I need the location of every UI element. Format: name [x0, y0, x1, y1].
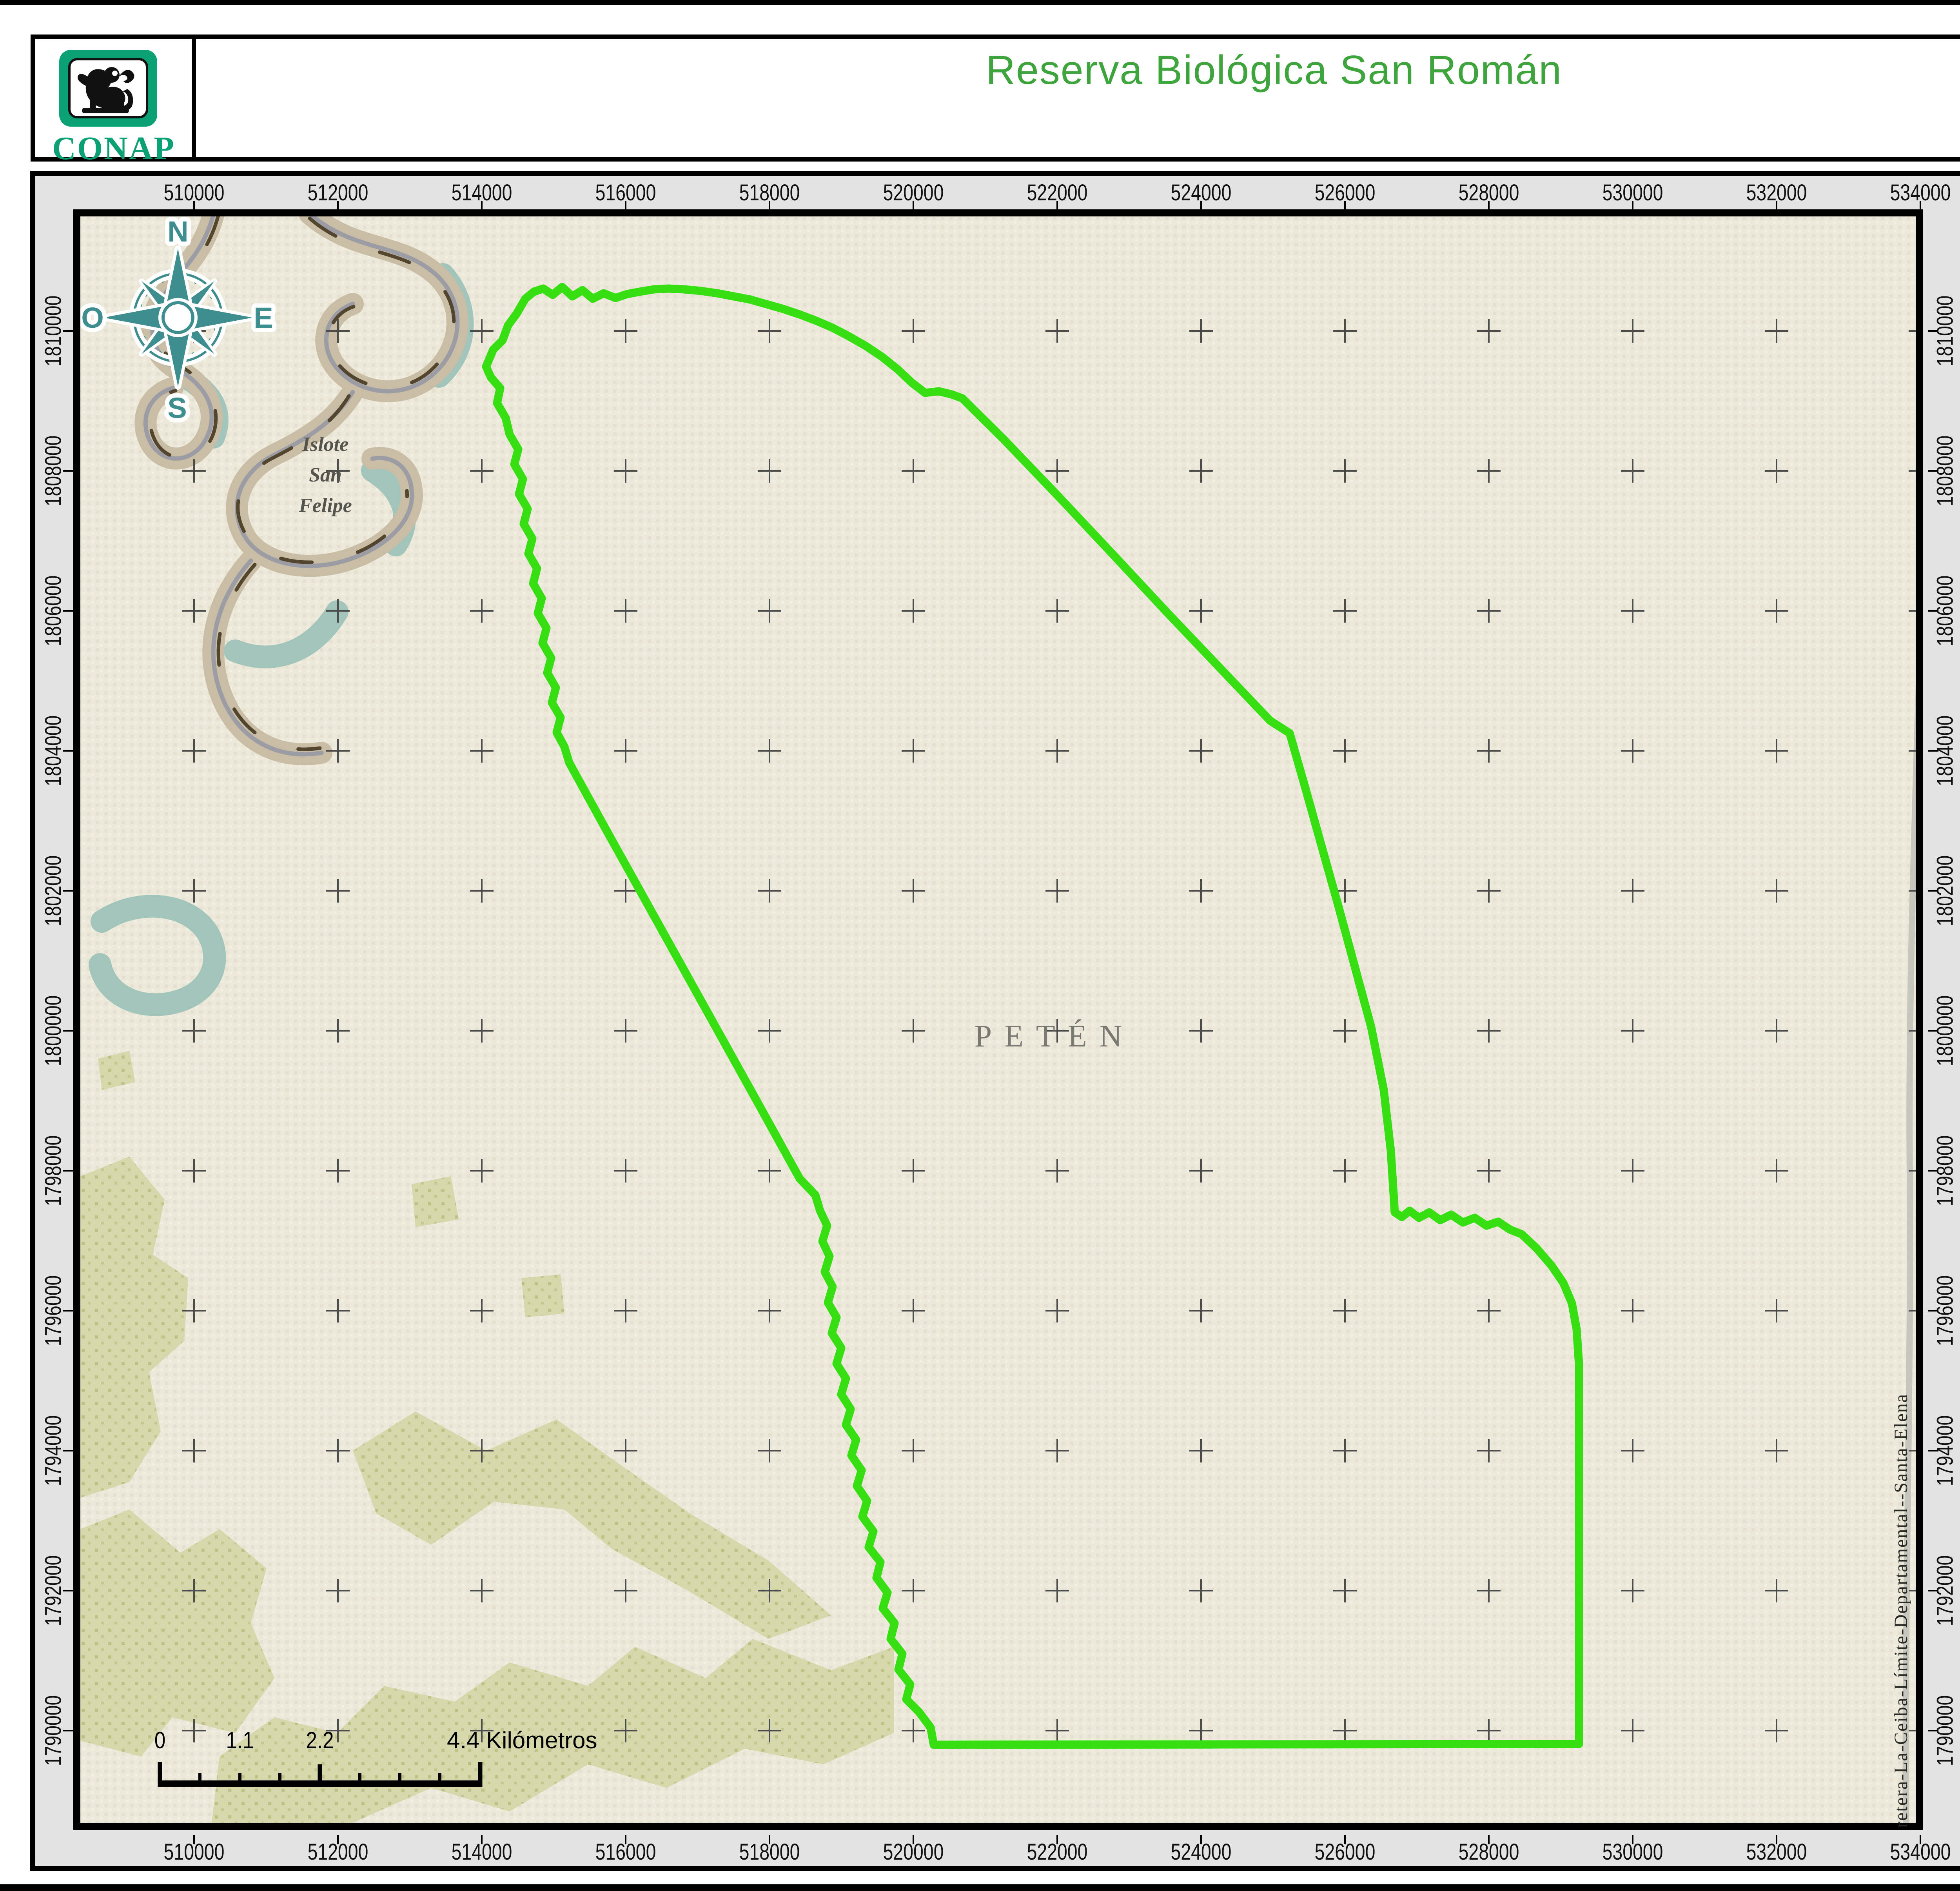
scalebar-tick-0: 0: [154, 1727, 165, 1754]
y-tick-left: [63, 1030, 74, 1032]
y-tick-right: [1928, 610, 1938, 612]
x-tick-bottom: [913, 1835, 914, 1844]
y-tick-right: [1928, 1590, 1938, 1591]
y-axis-label-left: 1790000: [40, 1695, 67, 1766]
islote-line-1: Islote: [251, 429, 400, 460]
y-tick-right: [1928, 1030, 1938, 1032]
y-axis-label-left: 1804000: [40, 716, 67, 787]
compass-s-label: S: [167, 392, 187, 424]
scalebar-tick-1: 1.1: [226, 1727, 254, 1754]
islote-line-3: Felipe: [251, 490, 400, 521]
y-axis-label-left: 1800000: [40, 995, 67, 1066]
road-label: retera-La-Ceiba-Límite-Departamental--Sa…: [1890, 1103, 1912, 1828]
x-tick-bottom: [625, 1835, 626, 1844]
y-axis-label-left: 1810000: [40, 296, 67, 367]
x-tick-bottom: [193, 1835, 195, 1844]
x-tick-top: [625, 201, 626, 210]
conap-logo-wordmark: CONAP: [37, 129, 190, 167]
y-tick-left: [63, 1590, 74, 1591]
y-tick-right: [1928, 1450, 1938, 1451]
y-tick-left: [63, 1310, 74, 1312]
y-tick-left: [63, 1170, 74, 1172]
y-tick-right: [1928, 330, 1938, 332]
x-tick-top: [337, 201, 339, 210]
scalebar-tick-3-unit: 4.4 Kilómetros: [447, 1727, 597, 1754]
y-tick-left: [63, 1730, 74, 1731]
x-tick-bottom: [1200, 1835, 1202, 1844]
y-tick-right: [1928, 890, 1938, 892]
x-tick-top: [1200, 201, 1202, 210]
x-tick-top: [1056, 201, 1058, 210]
y-tick-left: [63, 330, 74, 332]
y-tick-right: [1928, 1310, 1938, 1312]
page-top-rule: [0, 0, 1960, 5]
scalebar-tick-2: 2.2: [306, 1727, 334, 1754]
y-tick-right: [1928, 750, 1938, 752]
x-tick-top: [769, 201, 770, 210]
page-title: Reserva Biológica San Román: [196, 47, 1960, 94]
compass-n-label: N: [167, 216, 188, 248]
x-tick-bottom: [1056, 1835, 1058, 1844]
x-tick-top: [481, 201, 483, 210]
y-axis-label-left: 1808000: [40, 436, 67, 507]
islote-san-felipe-label: Islote San Felipe: [251, 429, 400, 521]
y-axis-label-left: 1806000: [40, 576, 67, 647]
y-axis-label-left: 1794000: [40, 1415, 67, 1486]
scalebar-tick-3: 4.4: [447, 1727, 479, 1753]
y-axis-label-left: 1798000: [40, 1135, 67, 1206]
y-axis-label-left: 1792000: [40, 1555, 67, 1626]
x-tick-top: [1920, 201, 1921, 210]
y-tick-left: [63, 1450, 74, 1451]
x-tick-bottom: [1776, 1835, 1777, 1844]
document-id: DAGeos-329-2026-BS: [1842, 118, 1960, 152]
y-tick-right: [1928, 1730, 1938, 1731]
compass-e-label: E: [254, 302, 273, 334]
x-tick-bottom: [337, 1835, 339, 1844]
scalebar-unit: Kilómetros: [486, 1727, 597, 1753]
y-tick-right: [1928, 470, 1938, 472]
x-tick-bottom: [1920, 1835, 1921, 1844]
x-tick-top: [1344, 201, 1346, 210]
x-tick-top: [1632, 201, 1633, 210]
y-tick-left: [63, 610, 74, 612]
page-bottom-rule: [0, 1884, 1960, 1891]
department-label-peten: PETÉN: [933, 1019, 1176, 1054]
x-tick-bottom: [481, 1835, 483, 1844]
x-tick-top: [193, 201, 195, 210]
y-axis-label-left: 1802000: [40, 856, 67, 926]
islote-line-2: San: [251, 460, 400, 490]
compass-o-label: O: [81, 302, 104, 334]
x-tick-bottom: [1488, 1835, 1490, 1844]
y-axis-label-left: 1796000: [40, 1275, 67, 1346]
y-tick-left: [63, 890, 74, 892]
x-tick-bottom: [1344, 1835, 1346, 1844]
x-tick-top: [1776, 201, 1777, 210]
y-tick-right: [1928, 1170, 1938, 1172]
x-tick-bottom: [769, 1835, 770, 1844]
x-tick-top: [913, 201, 914, 210]
x-tick-bottom: [1632, 1835, 1633, 1844]
x-tick-top: [1488, 201, 1490, 210]
y-tick-left: [63, 750, 74, 752]
y-tick-left: [63, 470, 74, 472]
